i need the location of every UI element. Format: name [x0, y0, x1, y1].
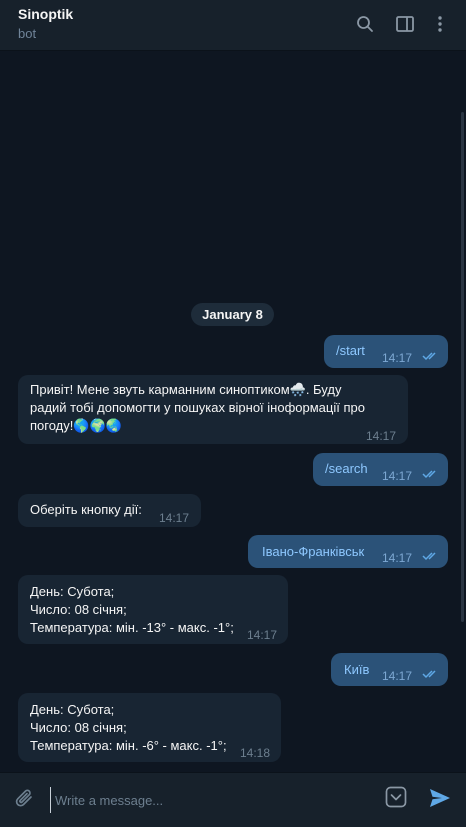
message-text: Івано-Франківськ	[262, 544, 365, 559]
message-composer	[0, 772, 466, 827]
message-time: 14:17	[366, 429, 397, 443]
message-time: 14:17	[247, 628, 278, 642]
double-check-icon	[422, 670, 436, 679]
chat-subtitle: bot	[18, 26, 37, 41]
message-time: 14:17	[382, 469, 413, 483]
message-bubble-outgoing[interactable]: /start 14:17	[324, 335, 448, 368]
chat-title[interactable]: Sinoptik	[18, 6, 73, 22]
message-time: 14:18	[240, 746, 271, 760]
message-bubble-incoming[interactable]: День: Субота; Число: 08 січня; Температу…	[18, 693, 281, 762]
message-time: 14:17	[382, 351, 413, 365]
double-check-icon	[422, 352, 436, 361]
message-text: Оберіть кнопку дії:	[30, 502, 142, 517]
chat-header: Sinoptik bot	[0, 0, 466, 51]
message-time: 14:17	[382, 669, 413, 683]
message-text: Київ	[344, 662, 370, 677]
scrollbar[interactable]	[461, 112, 464, 622]
sidebar-toggle-icon[interactable]	[393, 12, 417, 36]
message-bubble-incoming[interactable]: День: Субота; Число: 08 січня; Температу…	[18, 575, 288, 644]
double-check-icon	[422, 552, 436, 561]
send-icon[interactable]	[427, 785, 453, 811]
message-text: День: Субота; Число: 08 січня; Температу…	[30, 702, 227, 753]
message-bubble-outgoing[interactable]: Івано-Франківськ 14:17	[248, 535, 448, 568]
message-bubble-outgoing[interactable]: /search 14:17	[313, 453, 448, 486]
search-icon[interactable]	[353, 12, 377, 36]
more-vertical-icon[interactable]	[428, 12, 452, 36]
message-bubble-outgoing[interactable]: Київ 14:17	[331, 653, 448, 686]
date-separator: January 8	[191, 303, 274, 326]
message-time: 14:17	[159, 511, 190, 525]
message-bubble-incoming[interactable]: Привіт! Мене звуть карманним синоптиком🌨…	[18, 375, 408, 444]
message-text: /start	[336, 343, 365, 358]
message-input[interactable]	[50, 787, 370, 813]
message-bubble-incoming[interactable]: Оберіть кнопку дії: 14:17	[18, 494, 201, 527]
message-text: День: Субота; Число: 08 січня; Температу…	[30, 584, 234, 635]
paperclip-icon[interactable]	[12, 785, 38, 813]
message-text: /search	[325, 461, 368, 476]
message-time: 14:17	[382, 551, 413, 565]
message-text: Привіт! Мене звуть карманним синоптиком🌨…	[30, 382, 365, 433]
bot-commands-icon[interactable]	[384, 785, 408, 809]
double-check-icon	[422, 470, 436, 479]
